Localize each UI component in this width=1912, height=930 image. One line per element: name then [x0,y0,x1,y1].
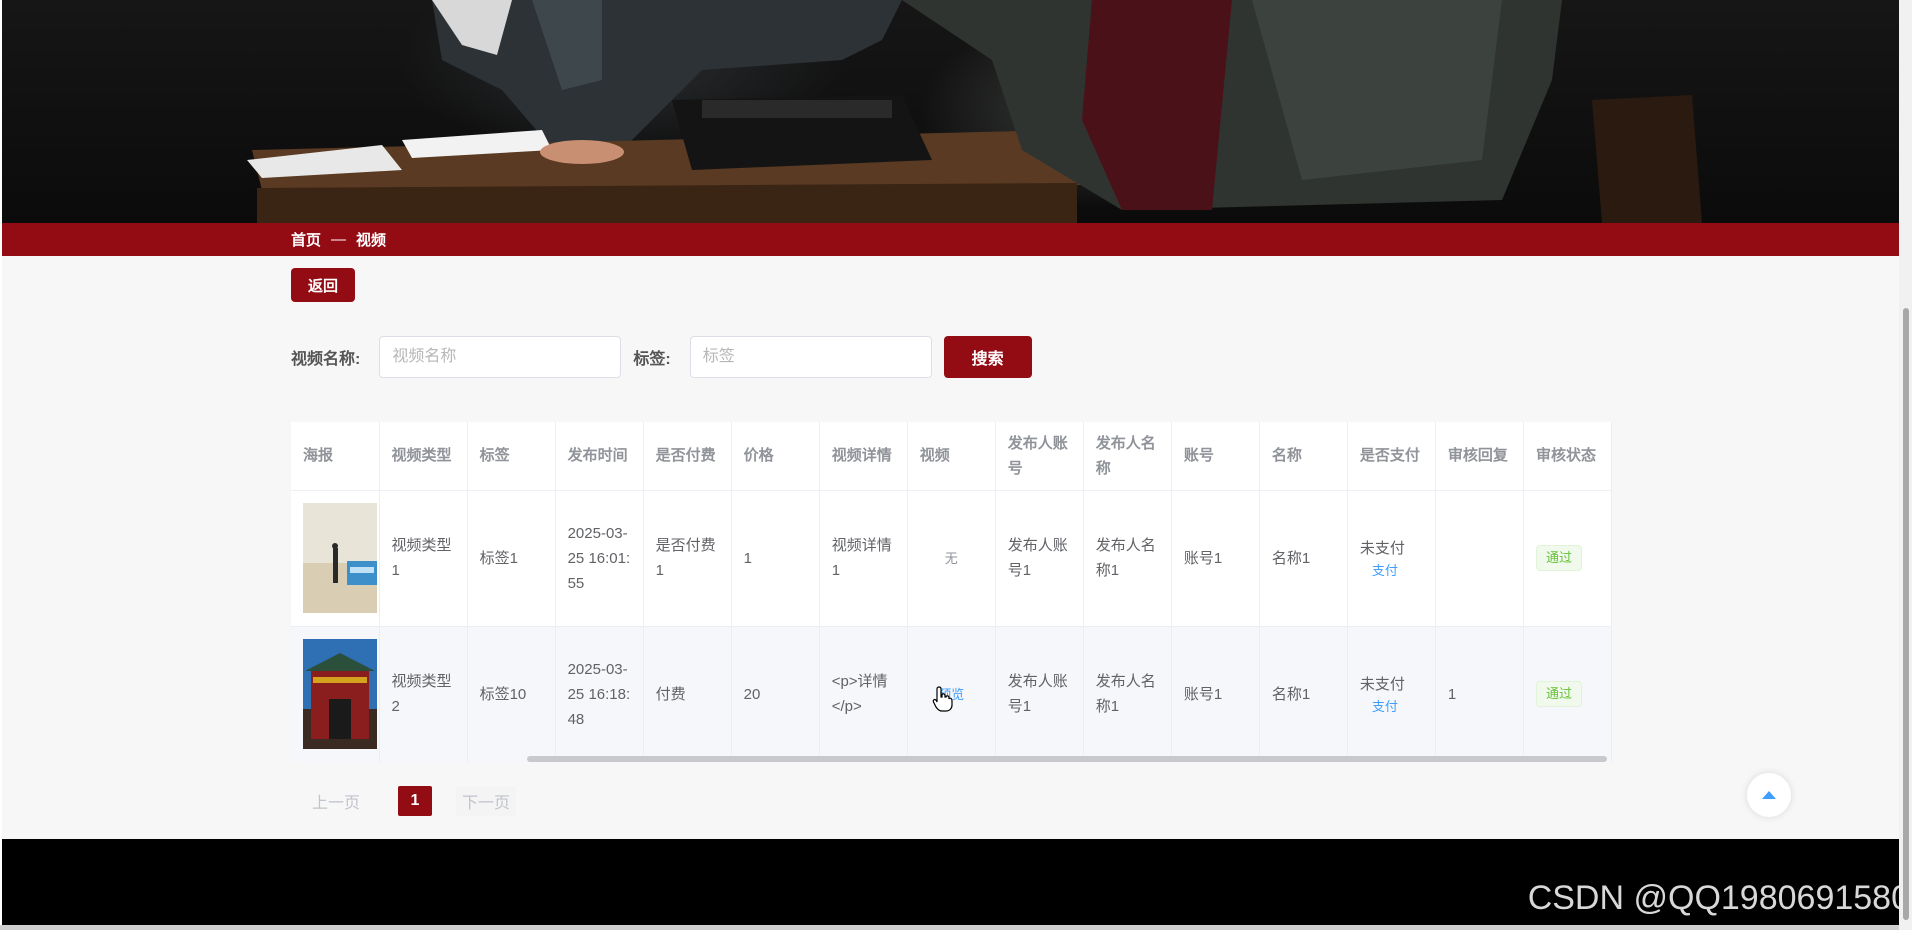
tag-input[interactable] [689,336,932,378]
cell-publisher-account: 发布人账号1 [995,626,1084,762]
cell-account: 账号1 [1171,490,1260,627]
table-row: 视频类型1 标签1 2025-03-25 16:01:55 是否付费1 1 视频… [291,490,1612,627]
watermark-text: CSDN @QQ1980691580 [1527,879,1910,917]
next-page-button[interactable]: 下一页 [456,786,517,816]
breadcrumb-current: 视频 [356,232,387,249]
column-header-name: 名称 [1259,422,1348,491]
column-header-poster: 海报 [291,422,380,491]
column-header-review-reply: 审核回复 [1435,422,1524,491]
column-header-tag: 标签 [467,422,556,491]
breadcrumb-separator: — [331,231,347,248]
pagination: 上一页 1 下一页 [312,786,517,816]
cell-payment-status: 未支付 支付 [1347,490,1436,627]
cell-is-paid: 是否付费1 [643,490,732,627]
column-header-time: 发布时间 [555,422,644,491]
page-vertical-scrollbar-thumb[interactable] [1903,308,1909,920]
column-header-price: 价格 [731,422,820,491]
poster-cell [291,490,380,627]
breadcrumb-home-link[interactable]: 首页 [291,229,321,250]
status-badge: 通过 [1535,545,1582,571]
back-button[interactable]: 返回 [291,268,355,302]
page-horizontal-scrollbar[interactable] [0,925,1899,930]
cell-review-reply: 1 [1435,626,1524,762]
cell-name: 名称1 [1259,490,1348,627]
cell-payment-status: 未支付 支付 [1347,626,1436,762]
cell-detail: 视频详情1 [819,490,908,627]
cell-review-reply [1435,490,1524,627]
column-header-type: 视频类型 [379,422,468,491]
caret-up-icon [1762,791,1776,799]
cell-price: 1 [731,490,820,627]
cell-publisher-name: 发布人名称1 [1083,626,1172,762]
column-header-publisher-account: 发布人账号 [995,422,1084,491]
cell-review-status: 通过 [1523,626,1612,762]
cell-time: 2025-03-25 16:01:55 [555,490,644,627]
cell-time: 2025-03-25 16:18:48 [555,626,644,762]
table-header-row: 海报 视频类型 标签 发布时间 是否付费 价格 视频详情 视频 发布人账号 发布… [291,422,1612,491]
column-header-account: 账号 [1171,422,1260,491]
search-form: 视频名称: 标签: 搜索 [291,336,1032,378]
cell-account: 账号1 [1171,626,1260,762]
status-badge: 通过 [1535,681,1582,707]
video-name-input[interactable] [379,336,622,378]
pay-link[interactable]: 支付 [1360,561,1423,581]
cell-video-none: 无 [907,490,996,627]
poster-image[interactable] [303,503,377,613]
column-header-publisher-name: 发布人名称 [1083,422,1172,491]
cell-publisher-account: 发布人账号1 [995,490,1084,627]
cell-type: 视频类型1 [379,490,468,627]
column-header-detail: 视频详情 [819,422,908,491]
cell-price: 20 [731,626,820,762]
cell-type: 视频类型2 [379,626,468,762]
video-name-label: 视频名称: [291,351,361,368]
tag-label: 标签: [633,351,671,368]
cell-is-paid: 付费 [643,626,732,762]
prev-page-button[interactable]: 上一页 [312,789,366,813]
page-viewport: 首页 — 视频 返回 视频名称: 标签: 搜索 海报 视频类型 标签 发布时间 … [2,0,1899,925]
table-horizontal-scrollbar[interactable] [527,756,1607,762]
column-header-is-paid: 是否付费 [643,422,732,491]
cell-review-status: 通过 [1523,490,1612,627]
page-number-current[interactable]: 1 [398,786,432,816]
breadcrumb: 首页 — 视频 [2,223,1899,256]
poster-image[interactable] [303,639,377,749]
back-to-top-button[interactable] [1747,773,1791,817]
column-header-review-status: 审核状态 [1523,422,1612,491]
cell-detail: <p>详情</p> [819,626,908,762]
column-header-video: 视频 [907,422,996,491]
column-header-payment-status: 是否支付 [1347,422,1436,491]
hero-banner-image [2,0,1899,223]
payment-status-text: 未支付 [1359,675,1405,693]
cell-publisher-name: 发布人名称1 [1083,490,1172,627]
poster-cell [291,626,380,762]
cell-tag: 标签1 [467,490,556,627]
search-button[interactable]: 搜索 [943,336,1032,378]
hand-pointer-icon [932,686,954,717]
cell-name: 名称1 [1259,626,1348,762]
pay-link[interactable]: 支付 [1360,697,1423,717]
payment-status-text: 未支付 [1359,539,1405,557]
cell-tag: 标签10 [467,626,556,762]
